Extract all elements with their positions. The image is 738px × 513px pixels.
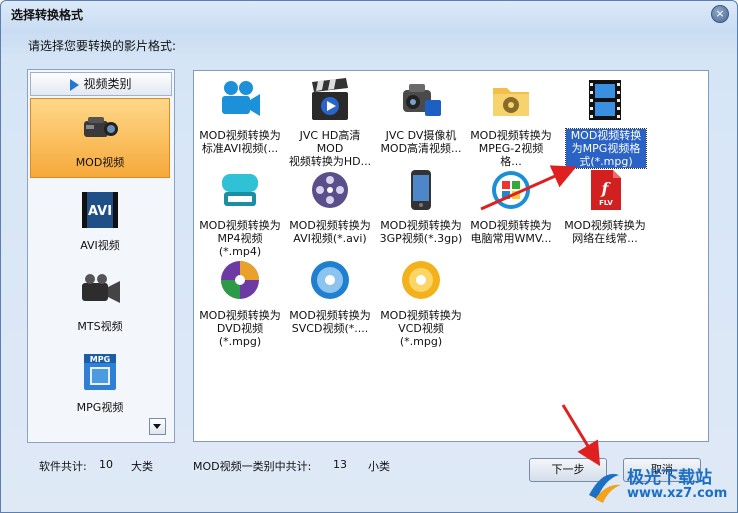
category-header-label: 视频类别	[83, 77, 132, 91]
play-triangle-icon	[70, 78, 80, 91]
format-item-selected[interactable]: MOD视频转换 为MPG视频格 式(*.mpg)	[562, 73, 648, 169]
software-total-value: 10	[99, 458, 113, 471]
video-camera-icon	[82, 274, 120, 303]
software-total-label: 软件共计:	[39, 460, 87, 473]
format-item[interactable]: f FLV MOD视频转换为 网络在线常...	[562, 163, 648, 249]
watermark-name: 极光下载站	[627, 468, 712, 488]
movie-camera-icon	[222, 81, 260, 116]
phone-icon	[411, 170, 431, 210]
category-item-label: MOD视频	[75, 156, 125, 169]
category-item-mts[interactable]: MTS视频	[30, 263, 170, 341]
category-item-label: MTS视频	[77, 320, 123, 333]
close-icon[interactable]: ×	[711, 5, 729, 23]
aurora-logo-icon	[589, 473, 621, 503]
clapperboard-icon	[312, 78, 348, 120]
vcd-disc-icon	[402, 261, 440, 299]
format-item[interactable]: MOD视频转换为 3GP视频(*.3gp)	[378, 163, 464, 249]
format-caption: MOD视频转换为 3GP视频(*.3gp)	[379, 219, 463, 245]
format-item[interactable]: MOD视频转换为 MPEG-2视频格...	[468, 73, 554, 168]
format-caption: MOD视频转换为 AVI视频(*.avi)	[289, 219, 371, 245]
category-item-avi[interactable]: AVI AVI视频	[30, 182, 170, 260]
title-bar: 选择转换格式 ×	[1, 1, 737, 25]
format-prompt: 请选择您要转换的影片格式:	[28, 39, 177, 53]
format-item[interactable]: MOD视频转换为 AVI视频(*.avi)	[287, 163, 373, 249]
category-item-mpg[interactable]: MPG MPG视频	[30, 344, 170, 422]
category-item-mod[interactable]: MOD视频	[30, 98, 170, 178]
format-caption: MOD视频转换为 标准AVI视频(...	[199, 129, 281, 155]
category-item-label: MPG视频	[76, 401, 124, 414]
format-item[interactable]: MOD视频转换为 MP4视频(*.mp4)	[197, 163, 283, 258]
window-title: 选择转换格式	[11, 8, 84, 22]
category-item-label: AVI视频	[80, 239, 120, 252]
watermark-url: www.xz7.com	[627, 486, 728, 501]
category-total-label: MOD视频一类别中共计:	[193, 460, 312, 473]
format-item[interactable]: MOD视频转换为 SVCD视频(*....	[287, 253, 373, 339]
avi-film-icon: AVI	[82, 192, 118, 228]
format-caption: JVC DV摄像机 MOD高清视频...	[380, 129, 462, 155]
format-caption: MOD视频转换为 SVCD视频(*....	[289, 309, 371, 335]
windows-media-icon	[492, 171, 530, 209]
software-total-unit: 大类	[131, 460, 153, 473]
dvd-disc-icon	[221, 261, 259, 299]
flv-file-icon: f FLV	[591, 170, 621, 210]
format-caption: MOD视频转换为 DVD视频(*.mpg)	[199, 309, 281, 348]
format-list: MOD视频转换为 标准AVI视频(... JVC HD高清MOD 视频转换为HD…	[193, 70, 709, 442]
format-item[interactable]: MOD视频转换为 电脑常用WMV...	[468, 163, 554, 249]
scroll-down-button[interactable]	[149, 418, 166, 435]
mpg-film-icon	[589, 80, 621, 120]
category-total-value: 13	[333, 458, 347, 471]
format-item[interactable]: JVC HD高清MOD 视频转换为HD...	[287, 73, 373, 168]
category-total-unit: 小类	[368, 460, 390, 473]
film-reel-icon	[312, 172, 348, 208]
category-panel: 视频类别 MOD视频 AVI AVI视频 MTS视频 MPG MPG视频	[27, 69, 175, 443]
watermark: 极光下载站 www.xz7.com	[583, 463, 733, 509]
format-caption: MOD视频转换为 VCD视频(*.mpg)	[380, 309, 462, 348]
format-item[interactable]: JVC DV摄像机 MOD高清视频...	[378, 73, 464, 159]
svcd-disc-icon	[311, 261, 349, 299]
svg-text:MPG: MPG	[90, 355, 110, 364]
svg-text:AVI: AVI	[88, 204, 112, 219]
dialog-window: 选择转换格式 × 请选择您要转换的影片格式: 视频类别 MOD视频 AVI AV…	[0, 0, 738, 513]
film-folder-icon	[493, 88, 529, 116]
camcorder-icon	[84, 117, 118, 137]
mpg-file-icon: MPG	[84, 354, 116, 390]
format-item[interactable]: MOD视频转换为 DVD视频(*.mpg)	[197, 253, 283, 348]
format-caption: MOD视频转换为 电脑常用WMV...	[470, 219, 552, 245]
format-item[interactable]: MOD视频转换为 VCD视频(*.mpg)	[378, 253, 464, 348]
format-caption: MOD视频转换为 网络在线常...	[564, 219, 646, 245]
mp4-device-icon	[222, 174, 258, 206]
svg-text:FLV: FLV	[599, 199, 613, 207]
dv-camcorder-icon	[403, 84, 441, 116]
format-item[interactable]: MOD视频转换为 标准AVI视频(...	[197, 73, 283, 159]
category-header[interactable]: 视频类别	[30, 72, 172, 96]
